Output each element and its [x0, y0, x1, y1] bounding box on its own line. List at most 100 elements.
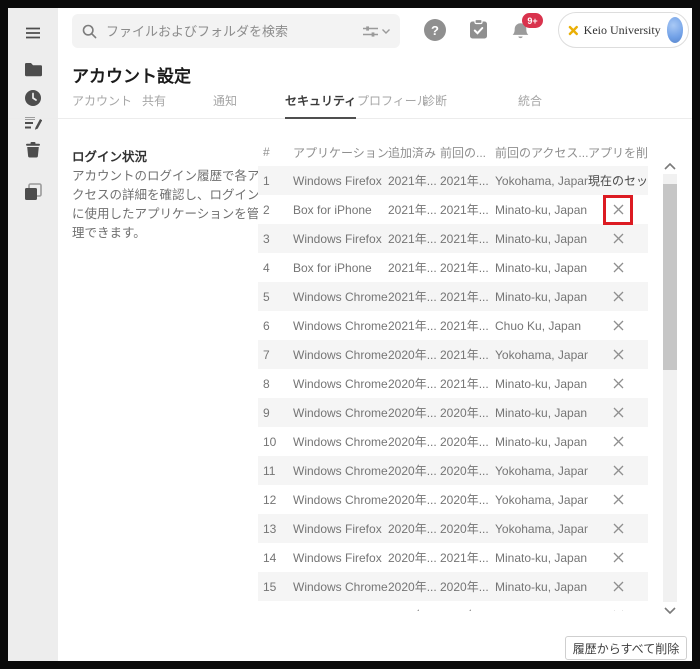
tab-security[interactable]: セキュリティ: [285, 92, 356, 119]
row-number: 2: [263, 203, 293, 217]
tasks-button[interactable]: [468, 19, 489, 46]
access-location: Yokohama, Japan: [495, 348, 588, 362]
table-row: 5Windows Chrome2021年...2021年...Minato-ku…: [258, 282, 648, 311]
remove-app-button[interactable]: [606, 575, 630, 599]
row-number: 1: [263, 174, 293, 188]
scroll-down-button[interactable]: [662, 602, 678, 618]
action-cell: [588, 256, 648, 280]
clear-history-button[interactable]: 履歴からすべて削除: [565, 636, 687, 660]
action-cell: [588, 546, 648, 570]
remove-app-button[interactable]: [606, 256, 630, 280]
access-location: Yokohama, Japan: [495, 609, 588, 612]
access-location: Minato-ku, Japan: [495, 377, 588, 391]
added-date: 2020年...: [388, 375, 440, 392]
added-date: 2020年...: [388, 462, 440, 479]
table-row: 1Windows Firefox2021年...2021年...Yokohama…: [258, 166, 648, 195]
table-header-row: #アプリケーション追加済み前回の...前回のアクセス...アプリを削除: [258, 138, 648, 166]
last-login-date: 2021年...: [440, 230, 495, 247]
login-status-description: アカウントのログイン履歴で各アクセスの詳細を確認し、ログインに使用したアプリケー…: [72, 167, 262, 243]
x-icon: [613, 378, 624, 389]
added-date: 2021年...: [388, 230, 440, 247]
remove-app-button[interactable]: [606, 227, 630, 251]
action-cell: 現在のセッ...: [588, 172, 648, 189]
remove-app-button[interactable]: [606, 314, 630, 338]
account-menu[interactable]: Keio University: [558, 12, 689, 48]
remove-app-button[interactable]: [606, 517, 630, 541]
app-name: Windows Chrome: [293, 580, 388, 594]
last-login-date: 2021年...: [440, 375, 495, 392]
x-icon: [613, 465, 624, 476]
clipboard-check-icon: [468, 19, 489, 41]
tab-integrations[interactable]: 統合: [518, 92, 542, 119]
app-name: Windows Chrome: [293, 348, 388, 362]
table-row: 3Windows Firefox2021年...2021年...Minato-k…: [258, 224, 648, 253]
remove-app-button[interactable]: [606, 343, 630, 367]
remove-app-button[interactable]: [606, 459, 630, 483]
x-icon: [613, 204, 624, 215]
last-login-date: 2021年...: [440, 172, 495, 189]
action-cell: [588, 227, 648, 251]
tab-notifications[interactable]: 通知: [213, 92, 237, 119]
app-name: Windows Chrome: [293, 406, 388, 420]
last-login-date: 2021年...: [440, 259, 495, 276]
app-name: Windows Firefox: [293, 609, 388, 612]
row-number: 11: [263, 464, 293, 478]
x-icon: [613, 610, 624, 611]
table-row: 12Windows Chrome2020年...2020年...Yokohama…: [258, 485, 648, 514]
folder-icon[interactable]: [24, 62, 42, 80]
remove-app-button[interactable]: [606, 401, 630, 425]
scroll-up-button[interactable]: [662, 158, 678, 174]
table-row: 10Windows Chrome2020年...2020年...Minato-k…: [258, 427, 648, 456]
search-filter-button[interactable]: [363, 25, 390, 38]
access-location: Yokohama, Japan: [495, 174, 588, 188]
trash-icon[interactable]: [24, 141, 42, 159]
search-box: [72, 14, 400, 48]
help-button[interactable]: ?: [424, 19, 446, 41]
action-cell: [588, 401, 648, 425]
scrollbar-thumb[interactable]: [663, 184, 677, 370]
added-date: 2020年...: [388, 433, 440, 450]
app-name: Windows Firefox: [293, 551, 388, 565]
tab-account[interactable]: アカウント: [72, 92, 132, 119]
row-number: 10: [263, 435, 293, 449]
tab-sharing[interactable]: 共有: [142, 92, 166, 119]
filter-icon: [363, 25, 378, 38]
table-row: 9Windows Chrome2020年...2020年...Minato-ku…: [258, 398, 648, 427]
app-name: Windows Chrome: [293, 319, 388, 333]
access-location: Minato-ku, Japan: [495, 290, 588, 304]
notification-badge: 9+: [522, 13, 543, 28]
app-name: Box for iPhone: [293, 203, 388, 217]
remove-app-button[interactable]: [606, 372, 630, 396]
added-date: 2021年...: [388, 201, 440, 218]
x-icon: [613, 552, 624, 563]
row-number: 9: [263, 406, 293, 420]
remove-app-button[interactable]: [606, 546, 630, 570]
current-session-label: 現在のセッ...: [588, 172, 648, 189]
remove-app-button[interactable]: [606, 488, 630, 512]
remove-app-button[interactable]: [606, 604, 630, 612]
added-date: 2020年...: [388, 491, 440, 508]
last-login-date: 2020年...: [440, 462, 495, 479]
column-header: #: [263, 145, 293, 159]
app-name: Windows Firefox: [293, 174, 388, 188]
row-number: 5: [263, 290, 293, 304]
collections-icon[interactable]: [24, 183, 42, 201]
remove-app-button[interactable]: [603, 195, 633, 225]
access-location: Chuo Ku, Japan: [495, 319, 588, 333]
box-app-window: ? 9+ Keio University アカウント設定 アカウント共有通知セキ…: [8, 8, 692, 661]
last-login-date: 2021年...: [440, 201, 495, 218]
added-date: 2020年...: [388, 549, 440, 566]
search-input[interactable]: [106, 24, 363, 39]
access-location: Yokohama, Japan: [495, 493, 588, 507]
access-location: Minato-ku, Japan: [495, 232, 588, 246]
remove-app-button[interactable]: [606, 285, 630, 309]
keio-logo-icon: [568, 22, 579, 39]
remove-app-button[interactable]: [606, 430, 630, 454]
tab-diagnostics[interactable]: 診断: [423, 92, 447, 119]
x-icon: [613, 494, 624, 505]
tab-profile[interactable]: プロフィール: [357, 92, 429, 119]
x-icon: [613, 436, 624, 447]
row-number: 8: [263, 377, 293, 391]
menu-icon[interactable]: [24, 24, 42, 42]
action-cell: [588, 343, 648, 367]
